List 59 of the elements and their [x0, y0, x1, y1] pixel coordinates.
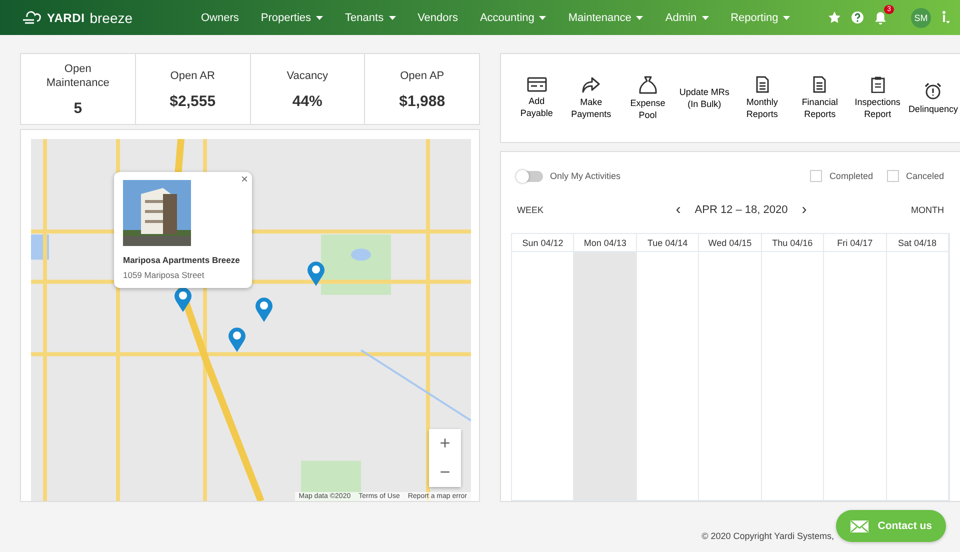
help-icon[interactable]	[851, 11, 864, 24]
stat-value: 44%	[292, 92, 322, 110]
alarm-clock-icon	[924, 82, 942, 100]
caret-icon	[388, 16, 396, 20]
caret-icon	[702, 16, 709, 20]
product-name: breeze	[90, 10, 133, 26]
quick-action-button[interactable]: Make Payments	[562, 76, 620, 120]
caret-icon	[783, 16, 790, 20]
month-view-button[interactable]: MONTH	[910, 204, 944, 214]
quick-action-button[interactable]: Delinquency	[906, 82, 960, 114]
stat-label: Vacancy	[286, 68, 328, 82]
envelope-icon	[850, 520, 869, 532]
nav-menu-item[interactable]: Properties	[250, 12, 334, 24]
card-icon	[526, 77, 547, 92]
day-header: Fri 04/17	[824, 234, 887, 252]
next-button[interactable]: ›	[802, 202, 807, 217]
nav-menu-item[interactable]: Tenants	[334, 12, 407, 24]
clipboard-icon	[870, 76, 885, 93]
nav-menu-item[interactable]: Maintenance	[557, 12, 654, 24]
document-icon	[756, 76, 769, 93]
stat-value: $2,555	[170, 92, 216, 110]
date-range: APR 12 – 18, 2020	[694, 204, 788, 216]
week-view-button[interactable]: WEEK	[517, 204, 544, 214]
toggle-label: Only My Activities	[550, 171, 621, 181]
star-icon[interactable]	[828, 11, 841, 24]
filter-checkbox[interactable]: Canceled	[886, 170, 944, 182]
previous-button[interactable]: ‹	[676, 202, 681, 217]
stat-value: $1,988	[399, 92, 446, 110]
filter-checkbox[interactable]: Completed	[810, 170, 873, 182]
bell-icon[interactable]	[874, 10, 887, 24]
brand-name: YARDI	[47, 10, 85, 24]
nav-menu-item[interactable]: Accounting	[468, 12, 558, 24]
caret-icon	[316, 16, 324, 20]
document-icon	[813, 76, 826, 93]
quick-action-button[interactable]: Add Payable	[511, 77, 562, 119]
quick-action-button[interactable]: Update MRs (In Bulk)	[676, 86, 734, 110]
day-header: Wed 04/15	[699, 234, 762, 252]
bag-icon	[638, 76, 657, 94]
day-header: Tue 04/14	[636, 234, 700, 252]
cloud-icon	[22, 11, 42, 24]
toggle-switch[interactable]	[517, 170, 543, 182]
caret-icon	[539, 16, 546, 20]
day-header: Sun 04/12	[512, 234, 574, 252]
stat-label: Open Maintenance	[45, 62, 110, 90]
copyright-text: © 2020 Copyright Yardi Systems,	[702, 531, 834, 541]
stat-label: Open AR	[170, 68, 215, 82]
stat-value: 5	[74, 100, 82, 116]
caret-icon	[636, 16, 644, 20]
share-arrow-icon	[582, 76, 600, 92]
info-caret-icon[interactable]	[941, 10, 950, 24]
nav-menu-item[interactable]: Owners	[190, 12, 250, 24]
day-header: Thu 04/16	[762, 234, 824, 252]
quick-action-button[interactable]: Monthly Reports	[733, 76, 791, 120]
quick-action-button[interactable]: Financial Reports	[790, 76, 849, 120]
day-header: Sat 04/18	[886, 234, 949, 252]
nav-menu-item[interactable]: Vendors	[406, 12, 469, 24]
stat-label: Open AP	[400, 68, 444, 82]
quick-action-button[interactable]: Expense Pool	[620, 76, 676, 120]
quick-action-button[interactable]: Inspections Report	[848, 76, 906, 120]
